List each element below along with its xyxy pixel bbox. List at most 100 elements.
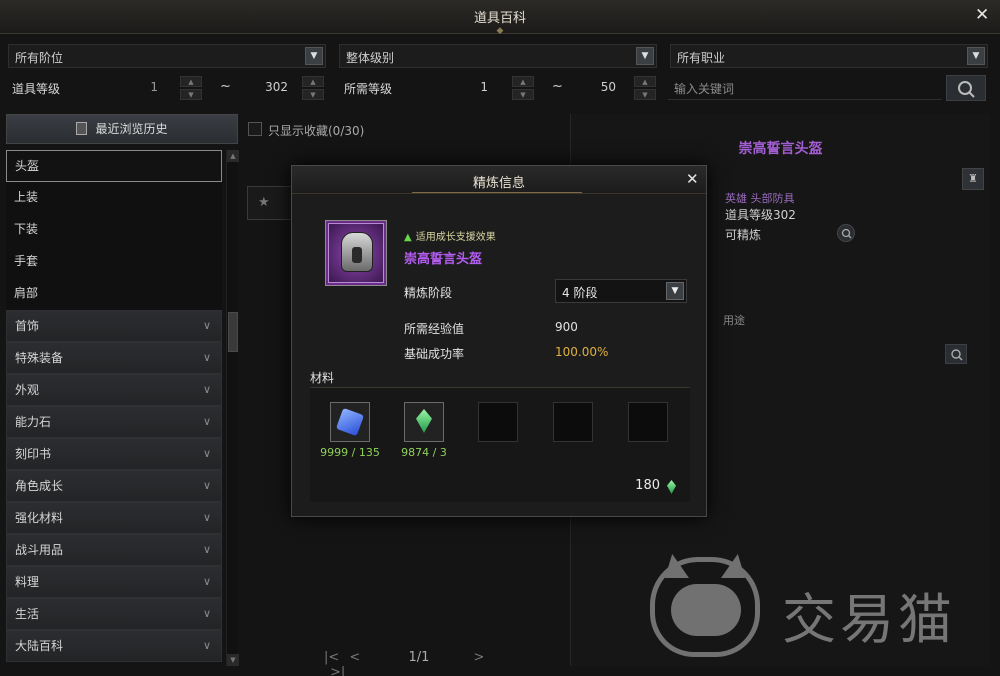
helmet-graphic xyxy=(341,232,373,272)
sidebar-item[interactable]: 上装 xyxy=(6,182,222,214)
required-exp-value: 900 xyxy=(555,320,578,334)
chevron-down-icon: ∨ xyxy=(202,575,211,588)
chevron-down-icon: ∨ xyxy=(202,351,211,364)
sidebar-item-label: 上装 xyxy=(14,190,39,204)
next-page-icon[interactable]: > xyxy=(474,650,485,665)
chevron-down-icon: ∨ xyxy=(202,415,211,428)
scroll-up-icon[interactable]: ▲ xyxy=(227,150,239,162)
chevron-down-icon: ▼ xyxy=(666,282,684,300)
growth-support-label: 适用成长支援效果 xyxy=(415,232,496,243)
sidebar-item[interactable]: 手套 xyxy=(6,246,222,278)
watermark-text: 交易猫 xyxy=(782,588,956,651)
category-sidebar: 最近浏览历史 头盔 上装 下装 手套 肩部 首饰 ∨ 特殊装备 ∨ 外观 ∨ 能力石 ∨ 刻印书 ∨ 角色成长… xyxy=(6,114,239,666)
tier-select[interactable]: 所有阶位 ▼ xyxy=(8,44,326,68)
req-level-max-input[interactable]: 50 xyxy=(570,80,616,104)
sidebar-item[interactable]: 首饰 ∨ xyxy=(6,310,222,342)
helmet-slot-icon[interactable]: ♜ xyxy=(962,168,984,190)
star-icon: ★ xyxy=(258,195,270,210)
tab-usage[interactable]: 用途 xyxy=(723,312,745,328)
base-success-rate-value: 100.00% xyxy=(555,345,609,359)
close-window-button[interactable]: ✕ xyxy=(975,5,989,25)
sidebar-item[interactable]: 料理 ∨ xyxy=(6,566,222,598)
chevron-down-icon: ∨ xyxy=(202,383,211,396)
search-button[interactable] xyxy=(946,75,986,101)
sidebar-item[interactable]: 下装 xyxy=(6,214,222,246)
prev-page-icon[interactable]: < xyxy=(349,650,360,665)
item-level-max-input[interactable]: 302 xyxy=(240,80,288,104)
chevron-down-icon: ▼ xyxy=(967,47,985,65)
item-level-min-stepper[interactable]: ▲ ▼ xyxy=(180,76,202,100)
material-slot-2[interactable] xyxy=(404,402,444,442)
chevron-down-icon: ∨ xyxy=(202,319,211,332)
level-type-select-label: 整体级别 xyxy=(346,51,395,65)
material-qty-1: 9999 / 135 xyxy=(320,446,380,459)
material-slot-3 xyxy=(478,402,518,442)
required-exp-label: 所需经验值 xyxy=(404,322,465,336)
item-level-min-input[interactable]: 1 xyxy=(100,80,158,104)
sidebar-item-label: 刻印书 xyxy=(15,447,52,461)
green-crystal-icon xyxy=(667,480,676,494)
search-icon xyxy=(841,228,852,239)
sidebar-item[interactable]: 强化材料 ∨ xyxy=(6,502,222,534)
sidebar-item[interactable]: 角色成长 ∨ xyxy=(6,470,222,502)
usage-search-button[interactable] xyxy=(945,344,967,364)
sidebar-item-label: 肩部 xyxy=(14,286,39,300)
sidebar-item[interactable]: 头盔 xyxy=(6,150,222,182)
sidebar-item[interactable]: 特殊装备 ∨ xyxy=(6,342,222,374)
sidebar-item-label: 大陆百科 xyxy=(15,639,64,653)
sidebar-item[interactable]: 战斗用品 ∨ xyxy=(6,534,222,566)
sidebar-item[interactable]: 大陆百科 ∨ xyxy=(6,630,222,662)
req-level-max-stepper[interactable]: ▲ ▼ xyxy=(634,76,656,100)
sidebar-item-label: 料理 xyxy=(15,575,40,589)
sidebar-item-label: 能力石 xyxy=(15,415,52,429)
material-slot-4 xyxy=(553,402,593,442)
first-page-icon[interactable]: |< xyxy=(324,650,339,665)
search-input[interactable]: 输入关键词 xyxy=(668,76,942,100)
sidebar-item-label: 角色成长 xyxy=(15,479,64,493)
sidebar-item-label: 手套 xyxy=(14,254,39,268)
item-icon-frame[interactable] xyxy=(325,220,387,286)
scroll-down-icon[interactable]: ▼ xyxy=(227,654,239,666)
sidebar-item-label: 首饰 xyxy=(15,319,40,333)
chevron-down-icon: ∨ xyxy=(202,607,211,620)
detail-refinable: 可精炼 xyxy=(725,228,762,242)
req-level-min-stepper[interactable]: ▲ ▼ xyxy=(512,76,534,100)
item-encyclopedia-window: { "window": {"title": "道具百科"}, "filters"… xyxy=(0,0,1000,676)
detail-item-name: 崇高誓言头盔 xyxy=(738,141,823,157)
sidebar-item[interactable]: 外观 ∨ xyxy=(6,374,222,406)
title-bar: 道具百科 ◆ ✕ xyxy=(0,0,1000,36)
item-level-max-stepper[interactable]: ▲ ▼ xyxy=(302,76,324,100)
blue-crystal-icon xyxy=(335,407,365,437)
list-item[interactable]: ★ xyxy=(247,186,297,220)
favorites-only-checkbox[interactable] xyxy=(248,122,262,136)
chevron-down-icon: ▼ xyxy=(636,47,654,65)
detail-category: 英雄 头部防具 xyxy=(725,192,795,205)
sidebar-item[interactable]: 刻印书 ∨ xyxy=(6,438,222,470)
document-icon xyxy=(76,122,88,135)
sidebar-item[interactable]: 生活 ∨ xyxy=(6,598,222,630)
req-level-label: 所需等级 xyxy=(344,82,393,96)
class-select-label: 所有职业 xyxy=(677,51,726,65)
refine-cost: 180 xyxy=(635,478,660,493)
category-list: 头盔 上装 下装 手套 肩部 首饰 ∨ 特殊装备 ∨ 外观 ∨ 能力石 ∨ 刻印书 ∨ 角色成长 ∨ 强化材料 ∨ 战… xyxy=(6,150,222,662)
refine-info-button[interactable] xyxy=(837,224,855,242)
refine-stage-select[interactable]: 4 阶段 ▼ xyxy=(555,279,687,303)
class-select[interactable]: 所有职业 ▼ xyxy=(670,44,988,68)
scroll-thumb[interactable] xyxy=(228,312,238,352)
refine-info-popup: 精炼信息 ✕ ▲ 适用成长支援效果 崇高誓言头盔 精炼阶段 4 阶段 ▼ 所需经验… xyxy=(291,165,707,517)
sidebar-item[interactable]: 能力石 ∨ xyxy=(6,406,222,438)
popup-item-name: 崇高誓言头盔 xyxy=(404,252,483,267)
sidebar-item-label: 外观 xyxy=(15,383,40,397)
material-qty-2: 9874 / 3 xyxy=(401,446,447,459)
recent-history-button[interactable]: 最近浏览历史 xyxy=(6,114,238,144)
last-page-icon[interactable]: >| xyxy=(330,665,345,676)
sidebar-scrollbar[interactable]: ▲ ▼ xyxy=(226,150,239,666)
cat-logo-icon xyxy=(650,554,760,657)
sidebar-item[interactable]: 肩部 xyxy=(6,278,222,310)
level-type-select[interactable]: 整体级别 ▼ xyxy=(339,44,657,68)
popup-header: 精炼信息 ✕ xyxy=(292,166,706,194)
sidebar-item-label: 下装 xyxy=(14,222,39,236)
popup-close-button[interactable]: ✕ xyxy=(686,170,699,188)
req-level-min-input[interactable]: 1 xyxy=(440,80,488,104)
material-slot-1[interactable] xyxy=(330,402,370,442)
